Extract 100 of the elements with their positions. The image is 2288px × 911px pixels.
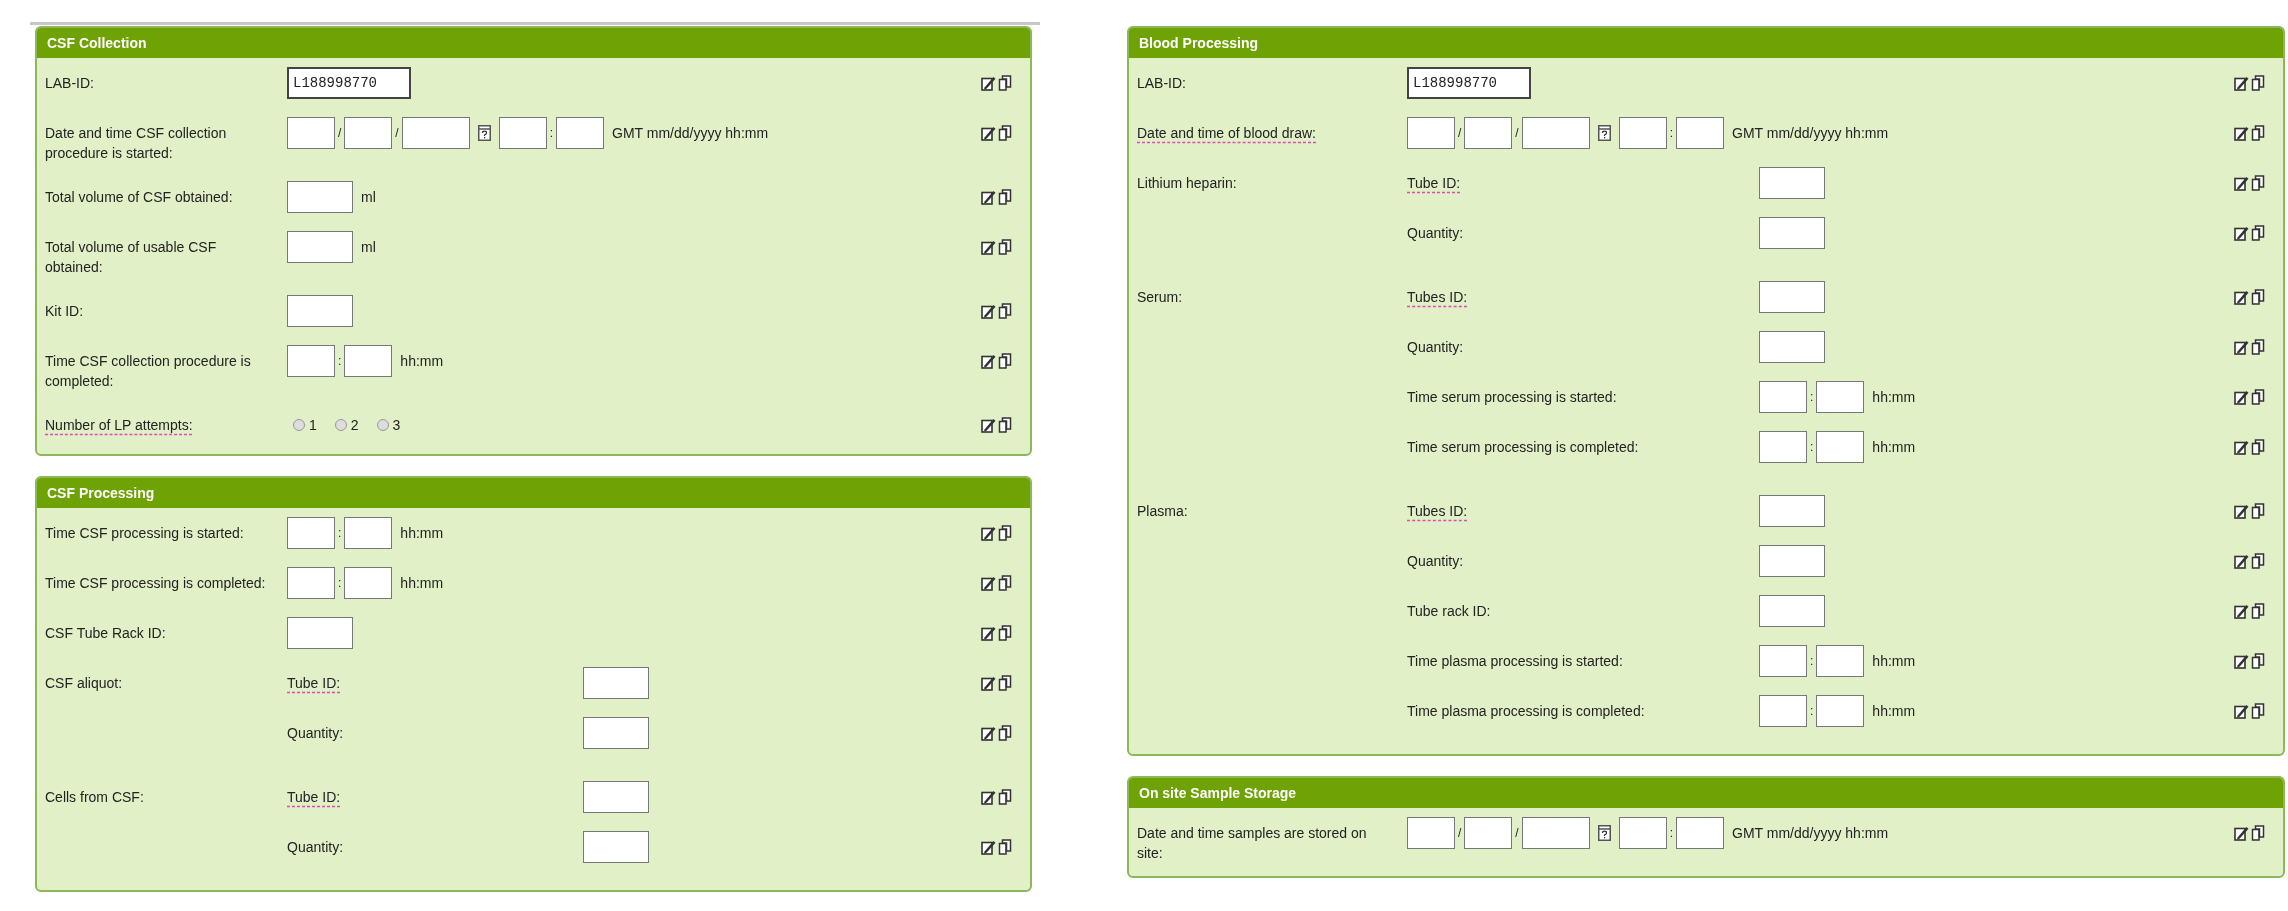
copy-icon[interactable] xyxy=(2251,653,2265,669)
month-field[interactable] xyxy=(287,117,335,149)
copy-icon[interactable] xyxy=(998,239,1012,255)
edit-icon[interactable] xyxy=(2234,225,2249,241)
radio-button[interactable] xyxy=(376,419,389,431)
input-field[interactable] xyxy=(1759,545,1825,577)
copy-icon[interactable] xyxy=(2251,503,2265,519)
edit-icon[interactable] xyxy=(981,839,996,855)
year-field[interactable] xyxy=(1521,117,1590,149)
input-field[interactable] xyxy=(583,831,649,863)
edit-icon[interactable] xyxy=(2234,553,2249,569)
day-field[interactable] xyxy=(1464,117,1513,149)
edit-icon[interactable] xyxy=(981,303,996,319)
edit-icon[interactable] xyxy=(981,189,996,205)
minute-field[interactable] xyxy=(344,567,393,599)
day-field[interactable] xyxy=(1464,817,1513,849)
edit-icon[interactable] xyxy=(2234,125,2249,141)
minute-field[interactable] xyxy=(1816,381,1865,413)
input-field[interactable] xyxy=(1759,495,1825,527)
edit-icon[interactable] xyxy=(981,525,996,541)
copy-icon[interactable] xyxy=(2251,175,2265,191)
copy-icon[interactable] xyxy=(2251,389,2265,405)
copy-icon[interactable] xyxy=(2251,75,2265,91)
copy-icon[interactable] xyxy=(2251,439,2265,455)
hour-field[interactable] xyxy=(1759,695,1807,727)
year-field[interactable] xyxy=(401,117,470,149)
input-field[interactable] xyxy=(1759,281,1825,313)
minute-field[interactable] xyxy=(1676,117,1725,149)
copy-icon[interactable] xyxy=(2251,225,2265,241)
lab-id-field[interactable]: L188998770 xyxy=(1407,67,1531,99)
minute-field[interactable] xyxy=(1676,817,1725,849)
input-field[interactable] xyxy=(583,667,649,699)
edit-icon[interactable] xyxy=(2234,439,2249,455)
volume-field[interactable] xyxy=(287,181,353,213)
input-field[interactable] xyxy=(1759,331,1825,363)
copy-icon[interactable] xyxy=(2251,603,2265,619)
edit-icon[interactable] xyxy=(981,789,996,805)
edit-icon[interactable] xyxy=(981,575,996,591)
copy-icon[interactable] xyxy=(998,417,1012,433)
hour-field[interactable] xyxy=(1618,817,1667,849)
copy-icon[interactable] xyxy=(2251,289,2265,305)
copy-icon[interactable] xyxy=(998,789,1012,805)
month-field[interactable] xyxy=(1407,817,1455,849)
copy-icon[interactable] xyxy=(998,725,1012,741)
edit-icon[interactable] xyxy=(2234,339,2249,355)
volume-field[interactable] xyxy=(287,231,353,263)
minute-field[interactable] xyxy=(1816,645,1865,677)
day-field[interactable] xyxy=(344,117,393,149)
copy-icon[interactable] xyxy=(998,625,1012,641)
hour-field[interactable] xyxy=(1759,431,1807,463)
edit-icon[interactable] xyxy=(981,725,996,741)
lab-id-field[interactable]: L188998770 xyxy=(287,67,411,99)
edit-icon[interactable] xyxy=(2234,503,2249,519)
hour-field[interactable] xyxy=(287,345,335,377)
minute-field[interactable] xyxy=(1816,695,1865,727)
hour-field[interactable] xyxy=(287,517,335,549)
copy-icon[interactable] xyxy=(2251,825,2265,841)
edit-icon[interactable] xyxy=(2234,653,2249,669)
edit-icon[interactable] xyxy=(2234,703,2249,719)
edit-icon[interactable] xyxy=(2234,389,2249,405)
hour-field[interactable] xyxy=(1759,645,1807,677)
calendar-icon[interactable] xyxy=(477,125,491,141)
copy-icon[interactable] xyxy=(998,353,1012,369)
copy-icon[interactable] xyxy=(2251,125,2265,141)
minute-field[interactable] xyxy=(344,345,393,377)
copy-icon[interactable] xyxy=(998,125,1012,141)
month-field[interactable] xyxy=(1407,117,1455,149)
input-field[interactable] xyxy=(287,295,353,327)
radio-button[interactable] xyxy=(293,419,305,431)
edit-icon[interactable] xyxy=(981,417,996,433)
copy-icon[interactable] xyxy=(998,303,1012,319)
edit-icon[interactable] xyxy=(981,625,996,641)
year-field[interactable] xyxy=(1521,817,1590,849)
edit-icon[interactable] xyxy=(981,239,996,255)
minute-field[interactable] xyxy=(344,517,393,549)
edit-icon[interactable] xyxy=(2234,825,2249,841)
edit-icon[interactable] xyxy=(2234,603,2249,619)
copy-icon[interactable] xyxy=(2251,553,2265,569)
radio-button[interactable] xyxy=(334,419,347,431)
hour-field[interactable] xyxy=(498,117,547,149)
edit-icon[interactable] xyxy=(2234,289,2249,305)
copy-icon[interactable] xyxy=(2251,339,2265,355)
copy-icon[interactable] xyxy=(998,525,1012,541)
copy-icon[interactable] xyxy=(998,189,1012,205)
input-field[interactable] xyxy=(287,617,353,649)
edit-icon[interactable] xyxy=(981,125,996,141)
input-field[interactable] xyxy=(583,781,649,813)
input-field[interactable] xyxy=(1759,167,1825,199)
copy-icon[interactable] xyxy=(2251,703,2265,719)
edit-icon[interactable] xyxy=(981,353,996,369)
copy-icon[interactable] xyxy=(998,839,1012,855)
input-field[interactable] xyxy=(1759,595,1825,627)
minute-field[interactable] xyxy=(1816,431,1865,463)
edit-icon[interactable] xyxy=(2234,75,2249,91)
minute-field[interactable] xyxy=(556,117,605,149)
input-field[interactable] xyxy=(583,717,649,749)
hour-field[interactable] xyxy=(287,567,335,599)
copy-icon[interactable] xyxy=(998,675,1012,691)
copy-icon[interactable] xyxy=(998,575,1012,591)
calendar-icon[interactable] xyxy=(1597,125,1611,141)
